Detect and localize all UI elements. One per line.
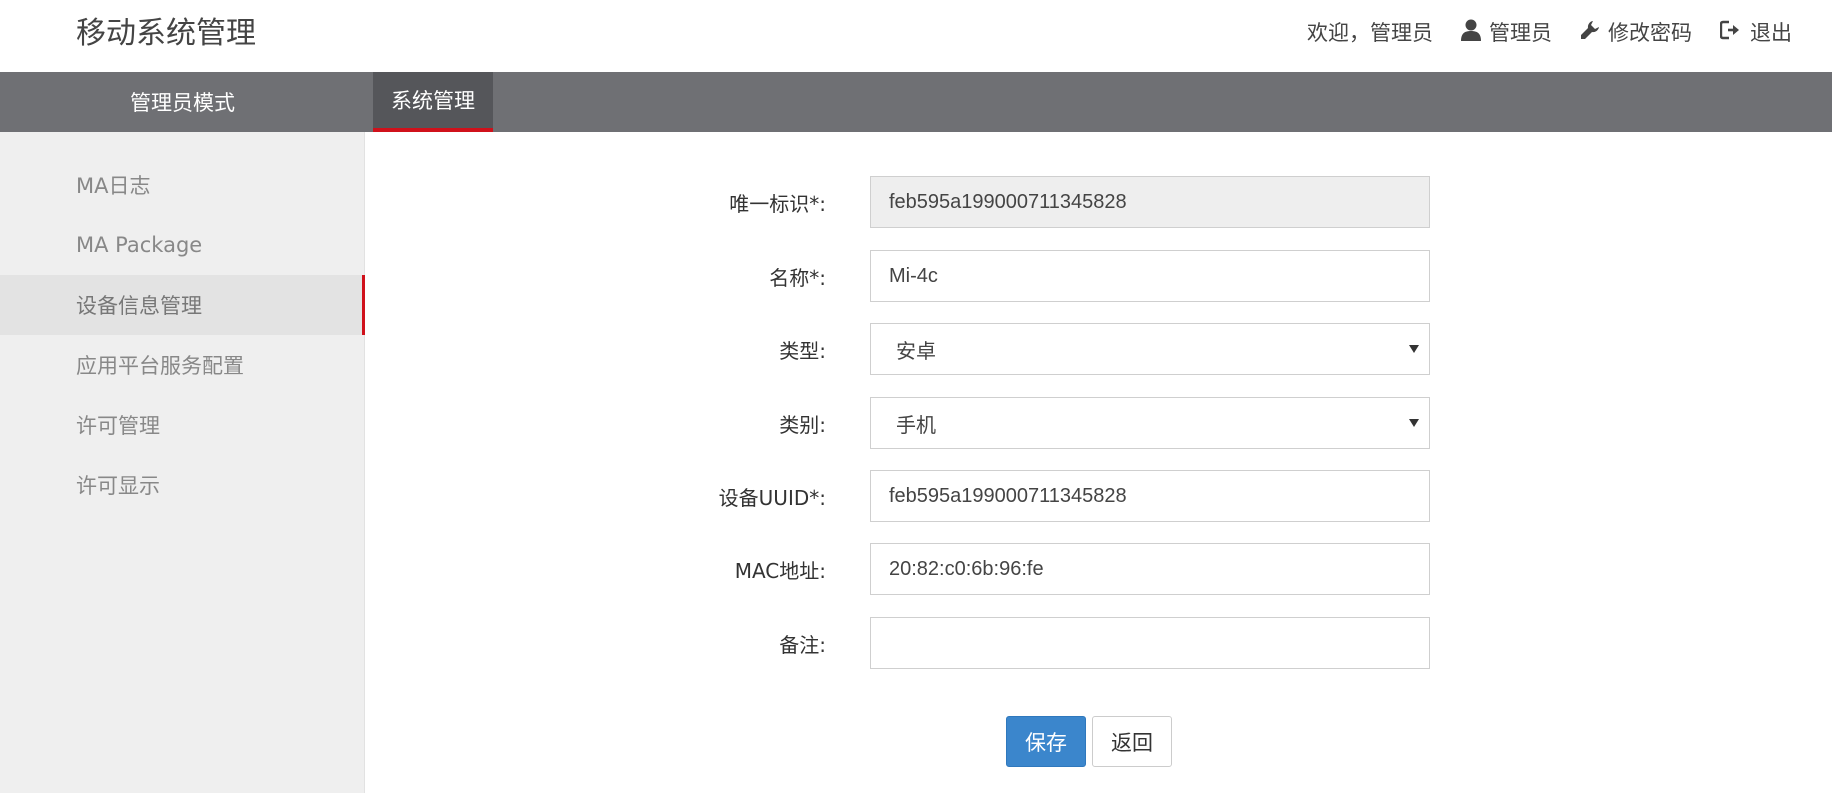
name-label: 名称*: [769,265,826,290]
sidebar-item-ma-package[interactable]: MA Package [0,215,365,275]
form-row-remark: 备注: [600,617,1430,669]
tab-system-management[interactable]: 系统管理 [373,72,493,132]
form-row-mac: MAC地址: 20:82:c0:6b:96:fe [600,543,1430,595]
nav-bar: 管理员模式 系统管理 [0,72,1832,132]
category-label: 类别: [779,412,826,437]
form-row-category: 类别: 手机 [600,397,1430,449]
category-select-value: 手机 [896,414,936,437]
sidebar-item-device-info[interactable]: 设备信息管理 [0,275,365,335]
change-password-link[interactable]: 修改密码 [1580,17,1692,47]
unique-id-label: 唯一标识*: [729,191,826,216]
category-select[interactable]: 手机 [870,397,1430,449]
wrench-icon [1580,20,1608,45]
admin-mode-tab[interactable]: 管理员模式 [0,72,365,132]
sidebar-item-app-platform-config[interactable]: 应用平台服务配置 [0,335,365,395]
form-row-unique-id: 唯一标识*: feb595a199000711345828 [600,176,1430,228]
back-button[interactable]: 返回 [1092,716,1172,767]
user-profile-link[interactable]: 管理员 [1461,17,1552,47]
sidebar-item-ma-log[interactable]: MA日志 [0,155,365,215]
name-field[interactable]: Mi-4c [870,250,1430,302]
change-password-label: 修改密码 [1608,21,1692,45]
type-label: 类型: [779,338,826,363]
form-row-type: 类型: 安卓 [600,323,1430,375]
uuid-field[interactable]: feb595a199000711345828 [870,470,1430,522]
chevron-down-icon [1409,345,1419,353]
form-row-name: 名称*: Mi-4c [600,250,1430,302]
save-button[interactable]: 保存 [1006,716,1086,767]
user-name: 管理员 [1489,21,1552,45]
welcome-label: 欢迎，管理员 [1307,21,1433,45]
sidebar-item-license-display[interactable]: 许可显示 [0,455,365,515]
type-select-value: 安卓 [896,340,936,363]
user-icon [1461,19,1489,46]
mac-field[interactable]: 20:82:c0:6b:96:fe [870,543,1430,595]
top-header: 移动系统管理 欢迎，管理员 管理员 修改密码 退出 [0,0,1832,72]
welcome-text: 欢迎，管理员 [1307,17,1433,47]
sidebar-item-license-management[interactable]: 许可管理 [0,395,365,455]
remark-label: 备注: [779,632,826,657]
sidebar: MA日志 MA Package 设备信息管理 应用平台服务配置 许可管理 许可显… [0,132,365,793]
remark-field[interactable] [870,617,1430,669]
logout-label: 退出 [1750,21,1792,45]
form-row-uuid: 设备UUID*: feb595a199000711345828 [600,470,1430,522]
chevron-down-icon [1409,419,1419,427]
logout-link[interactable]: 退出 [1719,17,1792,47]
type-select[interactable]: 安卓 [870,323,1430,375]
app-title: 移动系统管理 [76,16,256,51]
unique-id-field: feb595a199000711345828 [870,176,1430,228]
mac-label: MAC地址: [734,558,826,583]
logout-icon [1719,20,1750,45]
uuid-label: 设备UUID*: [718,485,826,510]
user-area: 欢迎，管理员 管理员 修改密码 退出 [1307,14,1792,50]
